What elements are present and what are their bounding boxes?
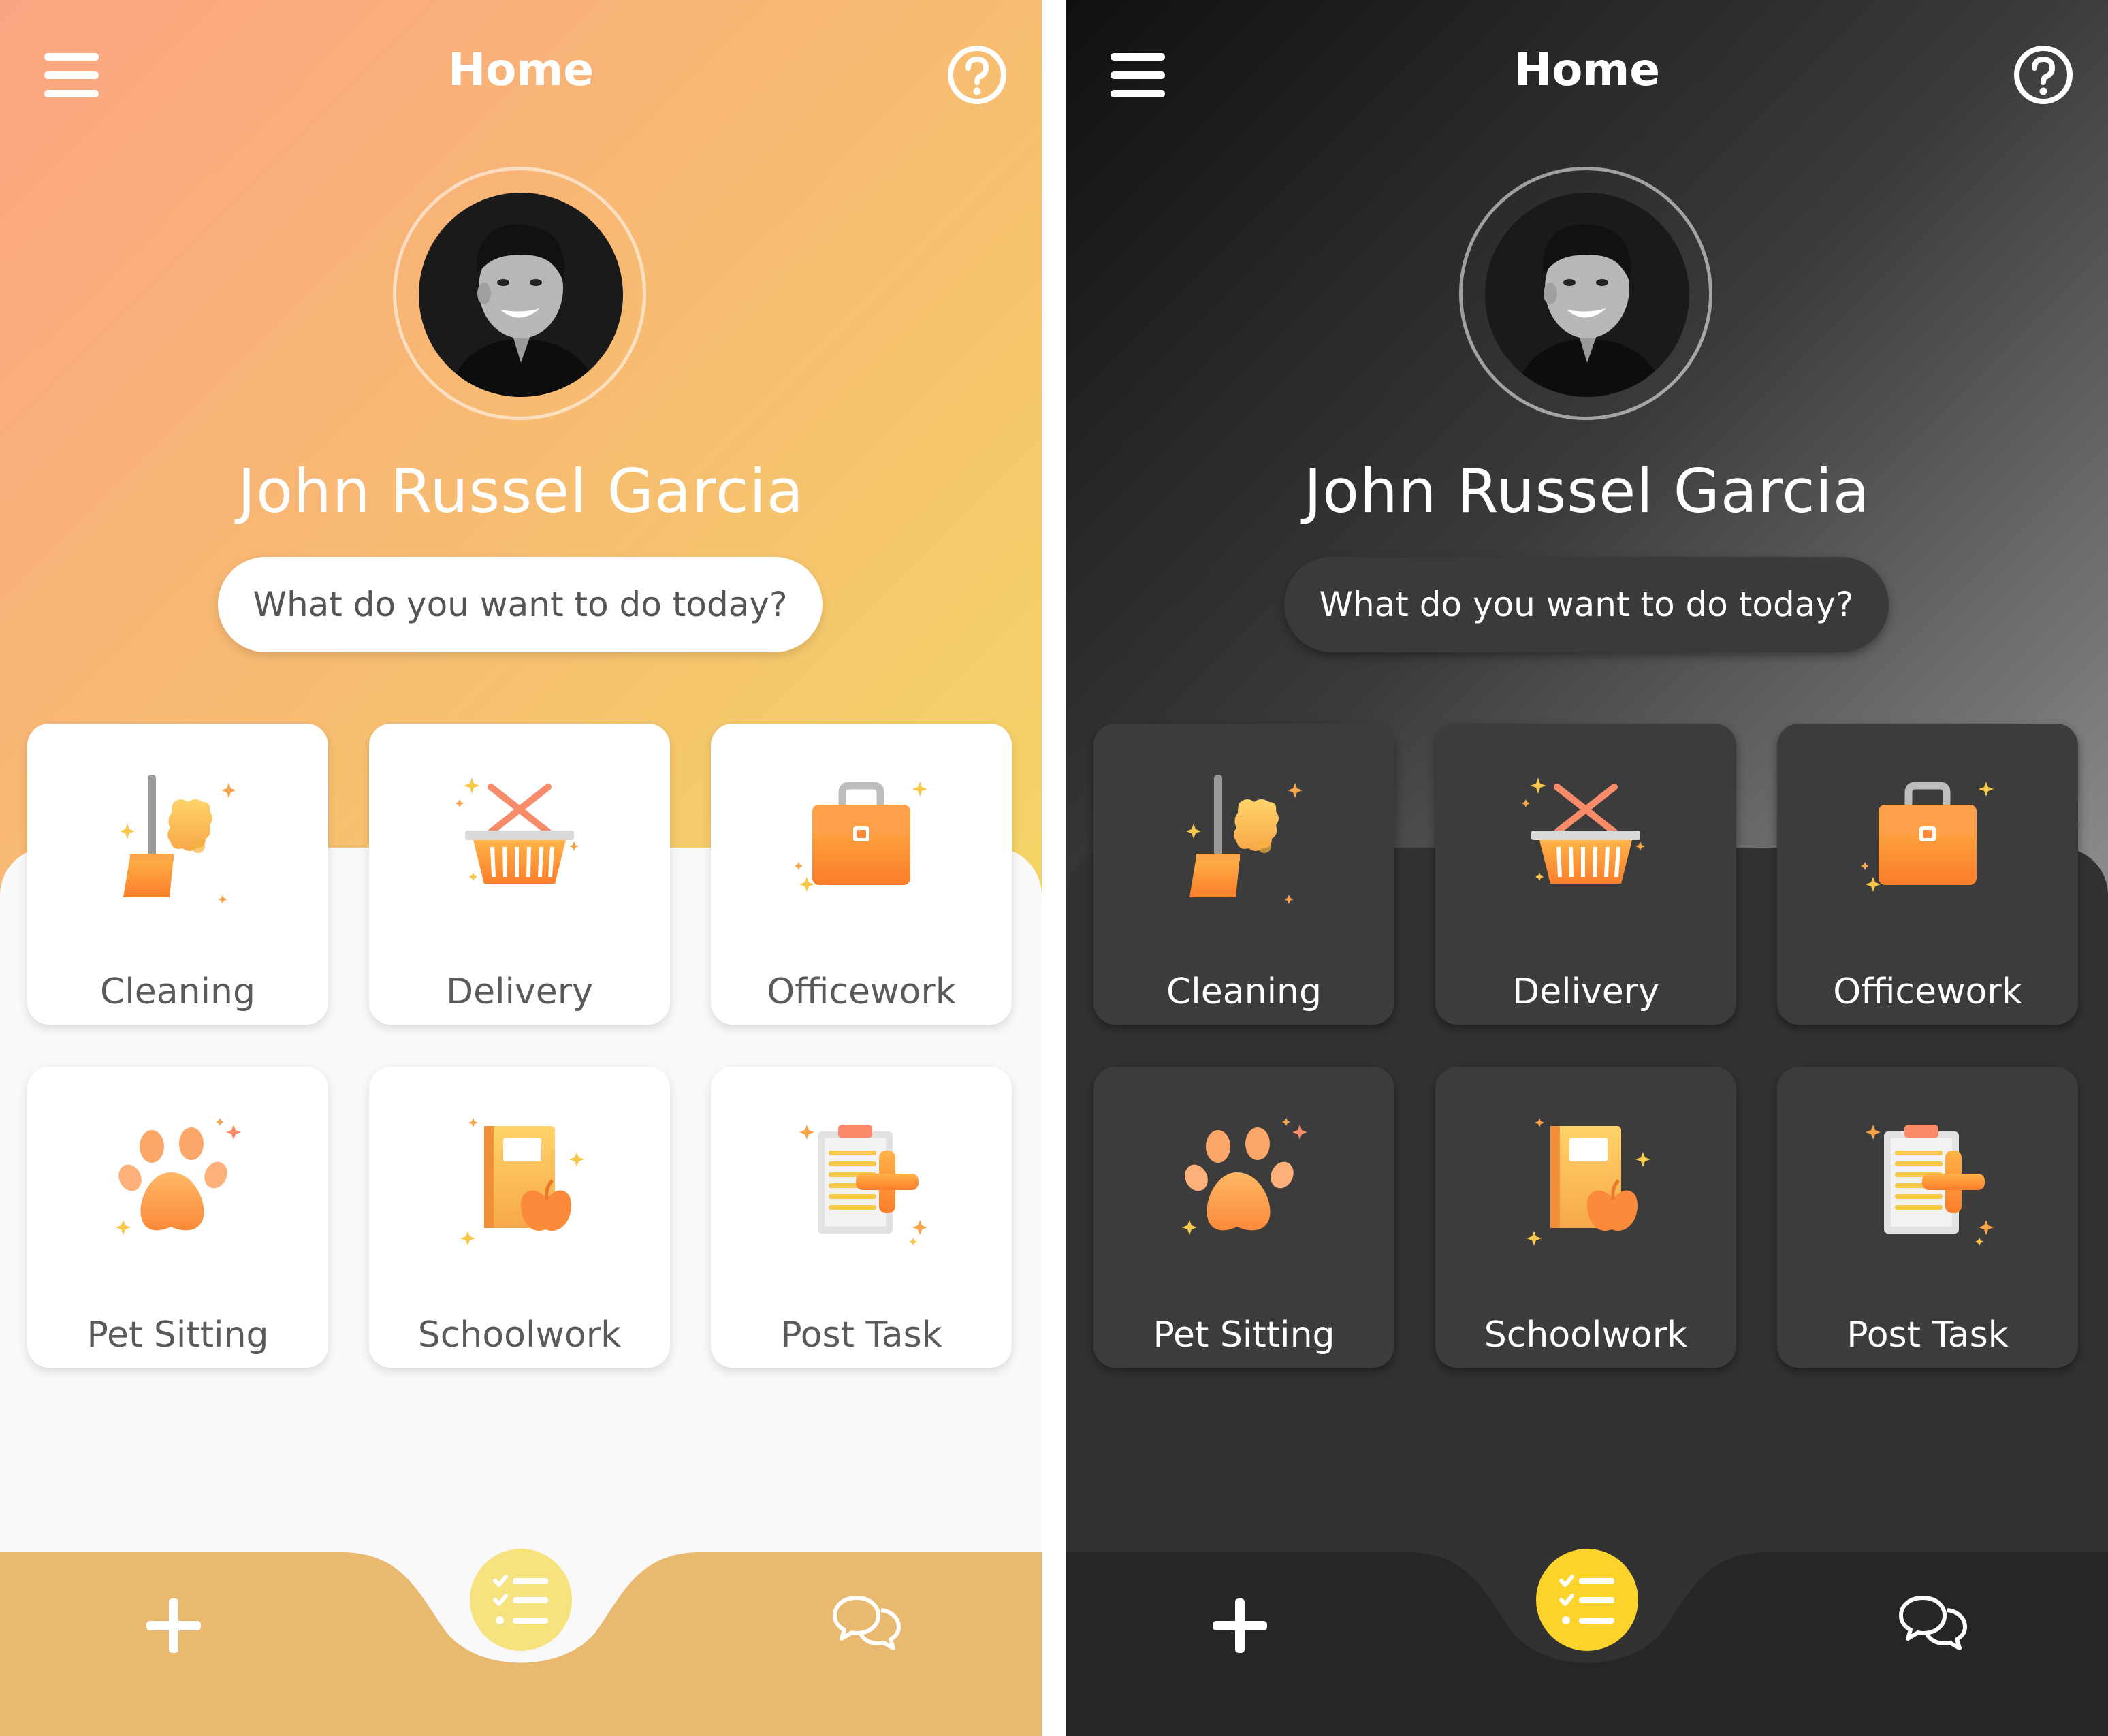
category-tile-post-task[interactable]: Post Task [711, 1067, 1012, 1368]
category-label: Delivery [1512, 971, 1659, 1012]
chat-icon[interactable] [1896, 1590, 1970, 1658]
category-label: Pet Sitting [1153, 1315, 1335, 1355]
category-tile-delivery[interactable]: Delivery [369, 724, 670, 1025]
user-name: John Russel Garcia [238, 456, 804, 526]
briefcase-icon [786, 761, 936, 911]
prompt-pill: What do you want to do today? [218, 557, 823, 652]
category-tile-cleaning[interactable]: Cleaning [27, 724, 328, 1025]
user-name: John Russel Garcia [1304, 456, 1870, 526]
category-label: Pet Sitting [86, 1315, 269, 1355]
task-list-button[interactable] [1536, 1549, 1638, 1651]
broom-sponge-icon [103, 761, 253, 911]
avatar[interactable] [419, 193, 623, 397]
category-label: Schoolwork [417, 1315, 622, 1355]
category-label: Officework [1833, 971, 2022, 1012]
category-label: Officework [767, 971, 956, 1012]
add-button[interactable] [1207, 1593, 1273, 1658]
clipboard-plus-icon [786, 1104, 936, 1254]
home-screen-light: Home John Russel Garcia What do you want… [0, 0, 1042, 1736]
category-label: Schoolwork [1484, 1315, 1688, 1355]
category-tile-cleaning[interactable]: Cleaning [1093, 724, 1394, 1025]
task-list-icon [1559, 1575, 1614, 1624]
category-label: Cleaning [1166, 971, 1322, 1012]
task-list-icon [493, 1575, 548, 1624]
category-label: Delivery [446, 971, 593, 1012]
book-apple-icon [445, 1104, 594, 1254]
category-tile-officework[interactable]: Officework [1777, 724, 2078, 1025]
category-label: Cleaning [100, 971, 255, 1012]
chat-icon[interactable] [829, 1590, 904, 1658]
book-apple-icon [1511, 1104, 1661, 1254]
basket-icon [1511, 761, 1661, 911]
category-tile-schoolwork[interactable]: Schoolwork [369, 1067, 670, 1368]
help-icon[interactable] [2009, 41, 2077, 109]
category-tile-delivery[interactable]: Delivery [1435, 724, 1736, 1025]
add-button[interactable] [141, 1593, 206, 1658]
category-label: Post Task [1847, 1315, 2009, 1355]
paw-icon [103, 1104, 253, 1254]
prompt-pill: What do you want to do today? [1284, 557, 1889, 652]
plus-icon [1213, 1598, 1267, 1653]
category-tile-pet-sitting[interactable]: Pet Sitting [27, 1067, 328, 1368]
basket-icon [445, 761, 594, 911]
help-icon[interactable] [943, 41, 1011, 109]
category-label: Post Task [780, 1315, 942, 1355]
briefcase-icon [1853, 761, 2002, 911]
broom-sponge-icon [1169, 761, 1319, 911]
page-title: Home [447, 44, 594, 96]
category-tile-schoolwork[interactable]: Schoolwork [1435, 1067, 1736, 1368]
clipboard-plus-icon [1853, 1104, 2002, 1254]
category-tile-officework[interactable]: Officework [711, 724, 1012, 1025]
category-tile-post-task[interactable]: Post Task [1777, 1067, 2078, 1368]
plus-icon [146, 1598, 201, 1653]
category-tile-pet-sitting[interactable]: Pet Sitting [1093, 1067, 1394, 1368]
home-screen-dark: Home John Russel Garcia What do you want… [1066, 0, 2108, 1736]
task-list-button[interactable] [470, 1549, 572, 1651]
page-title: Home [1514, 44, 1661, 96]
paw-icon [1169, 1104, 1319, 1254]
avatar[interactable] [1485, 193, 1689, 397]
